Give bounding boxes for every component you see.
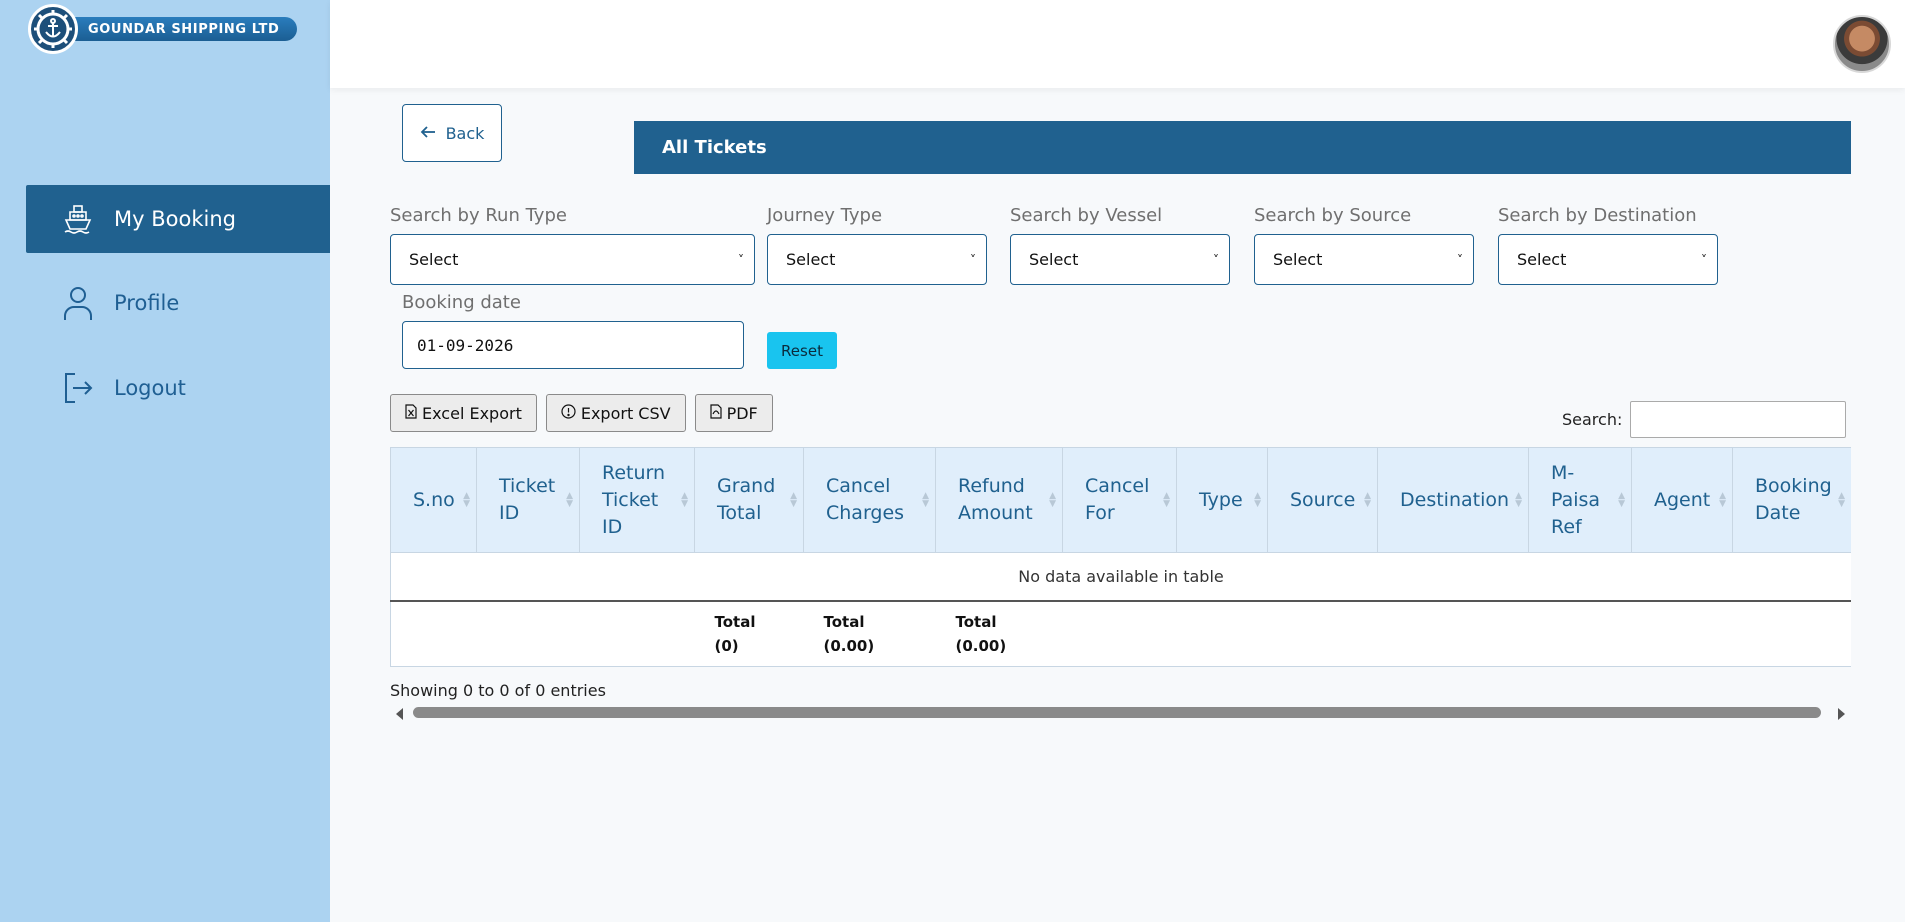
reset-button[interactable]: Reset [767, 332, 837, 369]
brand-name: GOUNDAR SHIPPING LTD [64, 17, 298, 41]
sidebar-item-label: My Booking [114, 207, 236, 231]
tickets-table: S.no ▲ ▼ Ticket ID ▲ ▼ Return Ticket ID ▲ ▼ Gr… [390, 447, 1851, 667]
column-header-return-ticket-id[interactable]: Return Ticket ID ▲ ▼ [579, 447, 695, 553]
anchor-wheel-icon [28, 4, 78, 54]
info-icon [561, 403, 576, 423]
column-header-mpaisa-ref[interactable]: M-Paisa Ref ▲ ▼ [1528, 447, 1632, 553]
filter-journey-type: Journey Type Select ˅ [767, 205, 987, 285]
chevron-down-icon: ˅ [738, 252, 744, 267]
source-select[interactable]: Select ˅ [1254, 234, 1474, 285]
scroll-right-icon[interactable] [1838, 708, 1845, 720]
total-refund-amount: Total (0.00) [935, 599, 1063, 667]
export-toolbar: Excel Export Export CSV PDF [390, 394, 773, 432]
page-title: All Tickets [634, 121, 1851, 174]
pdf-file-icon [709, 403, 722, 423]
sort-icon: ▲ ▼ [1163, 491, 1170, 509]
sort-icon: ▲ ▼ [1719, 491, 1726, 509]
total-cancel-charges: Total (0.00) [803, 599, 936, 667]
filter-vessel: Search by Vessel Select ˅ [1010, 205, 1230, 285]
vessel-select[interactable]: Select ˅ [1010, 234, 1230, 285]
journey-type-select[interactable]: Select ˅ [767, 234, 987, 285]
search-input[interactable] [1630, 401, 1847, 438]
sort-icon: ▲ ▼ [790, 491, 797, 509]
column-header-ticket-id[interactable]: Ticket ID ▲ ▼ [476, 447, 580, 553]
excel-file-icon [405, 403, 417, 423]
filter-source: Search by Source Select ˅ [1254, 205, 1474, 285]
sort-icon: ▲ ▼ [1618, 491, 1625, 509]
sidebar-item-label: Profile [114, 291, 180, 315]
filter-label: Booking date [402, 292, 521, 313]
user-icon [62, 285, 94, 321]
arrow-left-icon [420, 124, 436, 143]
column-header-booking-date[interactable]: Booking Date ▲ ▼ [1732, 447, 1851, 553]
column-header-agent[interactable]: Agent ▲ ▼ [1631, 447, 1733, 553]
filter-label: Search by Run Type [390, 205, 567, 226]
sidebar: GOUNDAR SHIPPING LTD My Booking Profile [0, 0, 330, 922]
sort-icon: ▲ ▼ [922, 491, 929, 509]
chevron-down-icon: ˅ [1213, 252, 1219, 267]
sidebar-item-my-booking[interactable]: My Booking [26, 185, 330, 253]
column-header-cancel-charges[interactable]: Cancel Charges ▲ ▼ [803, 447, 936, 553]
tickets-table-container: S.no ▲ ▼ Ticket ID ▲ ▼ Return Ticket ID ▲ ▼ Gr… [390, 447, 1851, 668]
booking-date-input[interactable]: 01-09-2026 [402, 321, 744, 369]
horizontal-scrollbar[interactable] [390, 704, 1851, 722]
sort-icon: ▲ ▼ [681, 491, 688, 509]
table-row: No data available in table [390, 552, 1851, 601]
sort-icon: ▲ ▼ [1515, 491, 1522, 509]
table-header-row: S.no ▲ ▼ Ticket ID ▲ ▼ Return Ticket ID ▲ ▼ Gr… [390, 447, 1851, 553]
filter-run-type: Search by Run Type Select ˅ [390, 205, 755, 285]
sidebar-item-profile[interactable]: Profile [26, 269, 330, 337]
filter-label: Search by Source [1254, 205, 1412, 226]
logout-icon [62, 370, 94, 406]
table-info: Showing 0 to 0 of 0 entries [390, 681, 606, 700]
sort-icon: ▲ ▼ [1049, 491, 1056, 509]
column-header-refund-amount[interactable]: Refund Amount ▲ ▼ [935, 447, 1063, 553]
run-type-select[interactable]: Select ˅ [390, 234, 755, 285]
export-csv-button[interactable]: Export CSV [545, 394, 686, 432]
column-header-type[interactable]: Type ▲ ▼ [1176, 447, 1268, 553]
empty-table-message: No data available in table [390, 552, 1851, 601]
column-header-grand-total[interactable]: Grand Total ▲ ▼ [694, 447, 804, 553]
filter-label: Search by Vessel [1010, 205, 1163, 226]
brand-logo[interactable]: GOUNDAR SHIPPING LTD [28, 4, 298, 54]
sidebar-item-label: Logout [114, 376, 186, 400]
back-button[interactable]: Back [402, 104, 502, 162]
back-label: Back [445, 123, 485, 143]
chevron-down-icon: ˅ [970, 252, 976, 267]
column-header-sno[interactable]: S.no ▲ ▼ [390, 447, 477, 553]
scroll-left-icon[interactable] [396, 708, 403, 720]
table-footer-row: Total (0) Total (0.00) Total (0.00) [390, 599, 1851, 667]
sidebar-item-logout[interactable]: Logout [26, 354, 330, 422]
scrollbar-thumb[interactable] [413, 707, 1821, 718]
filter-label: Journey Type [767, 205, 883, 226]
top-bar [330, 0, 1905, 88]
pdf-export-button[interactable]: PDF [694, 394, 773, 432]
column-header-source[interactable]: Source ▲ ▼ [1267, 447, 1378, 553]
filter-destination: Search by Destination Select ˅ [1498, 205, 1718, 285]
sort-icon: ▲ ▼ [463, 491, 470, 509]
destination-select[interactable]: Select ˅ [1498, 234, 1718, 285]
user-avatar[interactable] [1833, 15, 1891, 73]
sort-icon: ▲ ▼ [566, 491, 573, 509]
column-header-destination[interactable]: Destination ▲ ▼ [1377, 447, 1529, 553]
sort-icon: ▲ ▼ [1838, 491, 1845, 509]
table-search: Search: [1562, 401, 1847, 438]
ship-icon [62, 201, 94, 237]
excel-export-button[interactable]: Excel Export [390, 394, 537, 432]
sort-icon: ▲ ▼ [1364, 491, 1371, 509]
filter-booking-date: Booking date 01-09-2026 [402, 292, 744, 369]
filter-label: Search by Destination [1498, 205, 1697, 226]
total-grand-total: Total (0) [694, 599, 804, 667]
chevron-down-icon: ˅ [1457, 252, 1463, 267]
column-header-cancel-for[interactable]: Cancel For ▲ ▼ [1062, 447, 1177, 553]
sort-icon: ▲ ▼ [1254, 491, 1261, 509]
chevron-down-icon: ˅ [1701, 252, 1707, 267]
search-label: Search: [1562, 410, 1623, 429]
